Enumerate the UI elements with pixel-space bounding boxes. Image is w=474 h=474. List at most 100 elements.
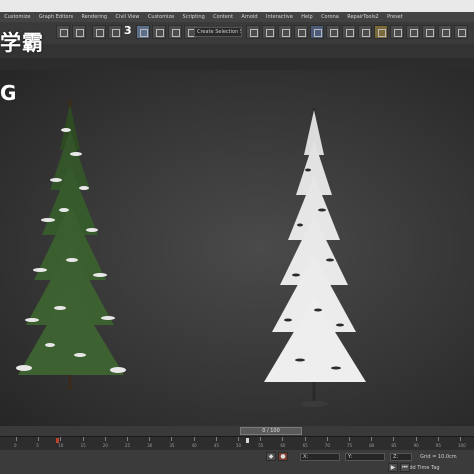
play-icon[interactable]: ▶ bbox=[388, 463, 398, 472]
timeline-tick-label: 5 bbox=[36, 443, 39, 448]
redo-icon[interactable] bbox=[72, 25, 86, 39]
timeline-tick-label: 45 bbox=[213, 443, 219, 448]
timeline-tick-label: 35 bbox=[169, 443, 175, 448]
material-editor-icon[interactable] bbox=[342, 25, 356, 39]
timeline-tick bbox=[104, 437, 106, 441]
timeline-tick-label: 90 bbox=[413, 443, 419, 448]
move-icon[interactable] bbox=[168, 25, 182, 39]
timeline-tick bbox=[393, 437, 395, 441]
menu-item[interactable]: Help bbox=[297, 12, 317, 22]
render-setup-icon[interactable] bbox=[358, 25, 372, 39]
unlink-icon[interactable] bbox=[108, 25, 122, 39]
menu-item[interactable]: Content bbox=[209, 12, 237, 22]
timeline-tick bbox=[326, 437, 328, 441]
main-toolbar: 3 Create Selection Se... bbox=[0, 22, 474, 45]
tree-left[interactable] bbox=[16, 100, 126, 390]
menu-item[interactable]: Graph Editors bbox=[35, 12, 78, 22]
window-title-strip bbox=[0, 0, 474, 12]
timeline-tick bbox=[460, 437, 461, 441]
timeline-tick bbox=[60, 437, 62, 441]
menu-item[interactable]: Corona bbox=[317, 12, 343, 22]
viewport-number: 3 bbox=[124, 24, 132, 37]
timeline-tick bbox=[215, 437, 217, 441]
menu-item[interactable]: RepairTools2 bbox=[343, 12, 383, 22]
tree-right[interactable] bbox=[264, 108, 366, 407]
select-object-icon[interactable] bbox=[136, 25, 150, 39]
timeline-tick-label: 65 bbox=[302, 443, 308, 448]
open-explorer-icon[interactable] bbox=[454, 25, 468, 39]
timeline-tick-label: 20 bbox=[102, 443, 108, 448]
menu-item[interactable]: Civil View bbox=[111, 12, 143, 22]
menu-item[interactable]: Arnold bbox=[237, 12, 262, 22]
y-coordinate-field[interactable]: Y: bbox=[345, 453, 385, 461]
render-iterative-icon[interactable] bbox=[406, 25, 420, 39]
timeline-tick bbox=[349, 437, 350, 441]
timeline-tick-label: 75 bbox=[347, 443, 353, 448]
timeline-tick-label: 55 bbox=[258, 443, 264, 448]
layer-explorer-icon[interactable] bbox=[278, 25, 292, 39]
set-key-icon[interactable]: ◆ bbox=[266, 452, 276, 461]
timeline-tick bbox=[149, 437, 151, 441]
go-start-icon[interactable]: ⏮ bbox=[400, 463, 410, 472]
menu-item[interactable]: Rendering bbox=[77, 12, 111, 22]
ribbon-bar bbox=[0, 44, 474, 58]
render-frame-icon[interactable] bbox=[374, 25, 388, 39]
track-bar[interactable]: 0 5 10 15 20 25 30 35 40 45 50 55 60 65 70 75 80 85 90 95 10… bbox=[0, 436, 474, 451]
status-bar: X: Y: Z: Grid = 10.0cm Add Time Tag ◆ ● … bbox=[0, 450, 474, 474]
menu-item[interactable]: Preset bbox=[383, 12, 407, 22]
timeline-tick-label: 95 bbox=[435, 443, 441, 448]
align-icon[interactable] bbox=[262, 25, 276, 39]
watermark-logo: 学霸 bbox=[0, 31, 44, 55]
timeline-tick bbox=[260, 437, 262, 441]
y-label: Y: bbox=[348, 454, 353, 460]
tree-left-tier bbox=[18, 285, 124, 375]
timeline-tick bbox=[193, 437, 195, 441]
timeline-tick bbox=[304, 437, 306, 441]
timeline-tick-label: 60 bbox=[280, 443, 286, 448]
timeline-tick-label: 50 bbox=[236, 443, 242, 448]
time-slider-handle[interactable]: 0 / 100 bbox=[240, 427, 302, 435]
grid-readout: Grid = 10.0cm bbox=[420, 454, 457, 460]
timeline-tick bbox=[16, 437, 17, 441]
x-label: X: bbox=[303, 454, 309, 460]
key-marker[interactable] bbox=[246, 438, 249, 443]
timeline-tick-label: 0 bbox=[14, 443, 17, 448]
time-slider[interactable]: 0 / 100 bbox=[0, 426, 474, 436]
timeline-tick-label: 100 bbox=[458, 443, 466, 448]
timeline-tick bbox=[437, 437, 439, 441]
timeline-tick-label: 30 bbox=[147, 443, 153, 448]
scene-trees bbox=[16, 100, 366, 407]
z-label: Z: bbox=[393, 454, 399, 460]
curve-editor-icon[interactable] bbox=[310, 25, 324, 39]
select-region-icon[interactable] bbox=[152, 25, 166, 39]
viewport-tab-bar bbox=[0, 58, 474, 70]
menu-item[interactable]: Customize bbox=[144, 12, 179, 22]
menu-item[interactable]: Scripting bbox=[178, 12, 209, 22]
auto-key-icon[interactable]: ● bbox=[278, 452, 288, 461]
z-coordinate-field[interactable]: Z: bbox=[390, 453, 412, 461]
timeline-tick bbox=[82, 437, 84, 441]
timeline-tick bbox=[238, 437, 239, 441]
timeline-tick bbox=[171, 437, 173, 441]
undo-icon[interactable] bbox=[56, 25, 70, 39]
timeline-tick bbox=[38, 437, 40, 441]
menu-item[interactable]: Customize bbox=[0, 12, 35, 22]
timeline-tick-label: 15 bbox=[80, 443, 86, 448]
active-shade-icon[interactable] bbox=[422, 25, 436, 39]
schematic-view-icon[interactable] bbox=[326, 25, 340, 39]
timeline-tick bbox=[282, 437, 284, 441]
timeline-tick bbox=[371, 437, 373, 441]
selection-set-dropdown[interactable]: Create Selection Se... bbox=[194, 27, 242, 37]
x-coordinate-field[interactable]: X: bbox=[300, 453, 340, 461]
timeline-tick-label: 25 bbox=[125, 443, 131, 448]
select-link-icon[interactable] bbox=[92, 25, 106, 39]
timeline-tick bbox=[415, 437, 417, 441]
render-icon[interactable] bbox=[390, 25, 404, 39]
timeline-tick-label: 40 bbox=[191, 443, 197, 448]
add-time-tag[interactable]: Add Time Tag bbox=[406, 465, 440, 471]
a360-icon[interactable] bbox=[438, 25, 452, 39]
menu-bar: Customize Graph Editors Rendering Civil … bbox=[0, 12, 474, 22]
menu-item[interactable]: Interactive bbox=[262, 12, 297, 22]
scene-explorer-icon[interactable] bbox=[294, 25, 308, 39]
mirror-icon[interactable] bbox=[246, 25, 260, 39]
